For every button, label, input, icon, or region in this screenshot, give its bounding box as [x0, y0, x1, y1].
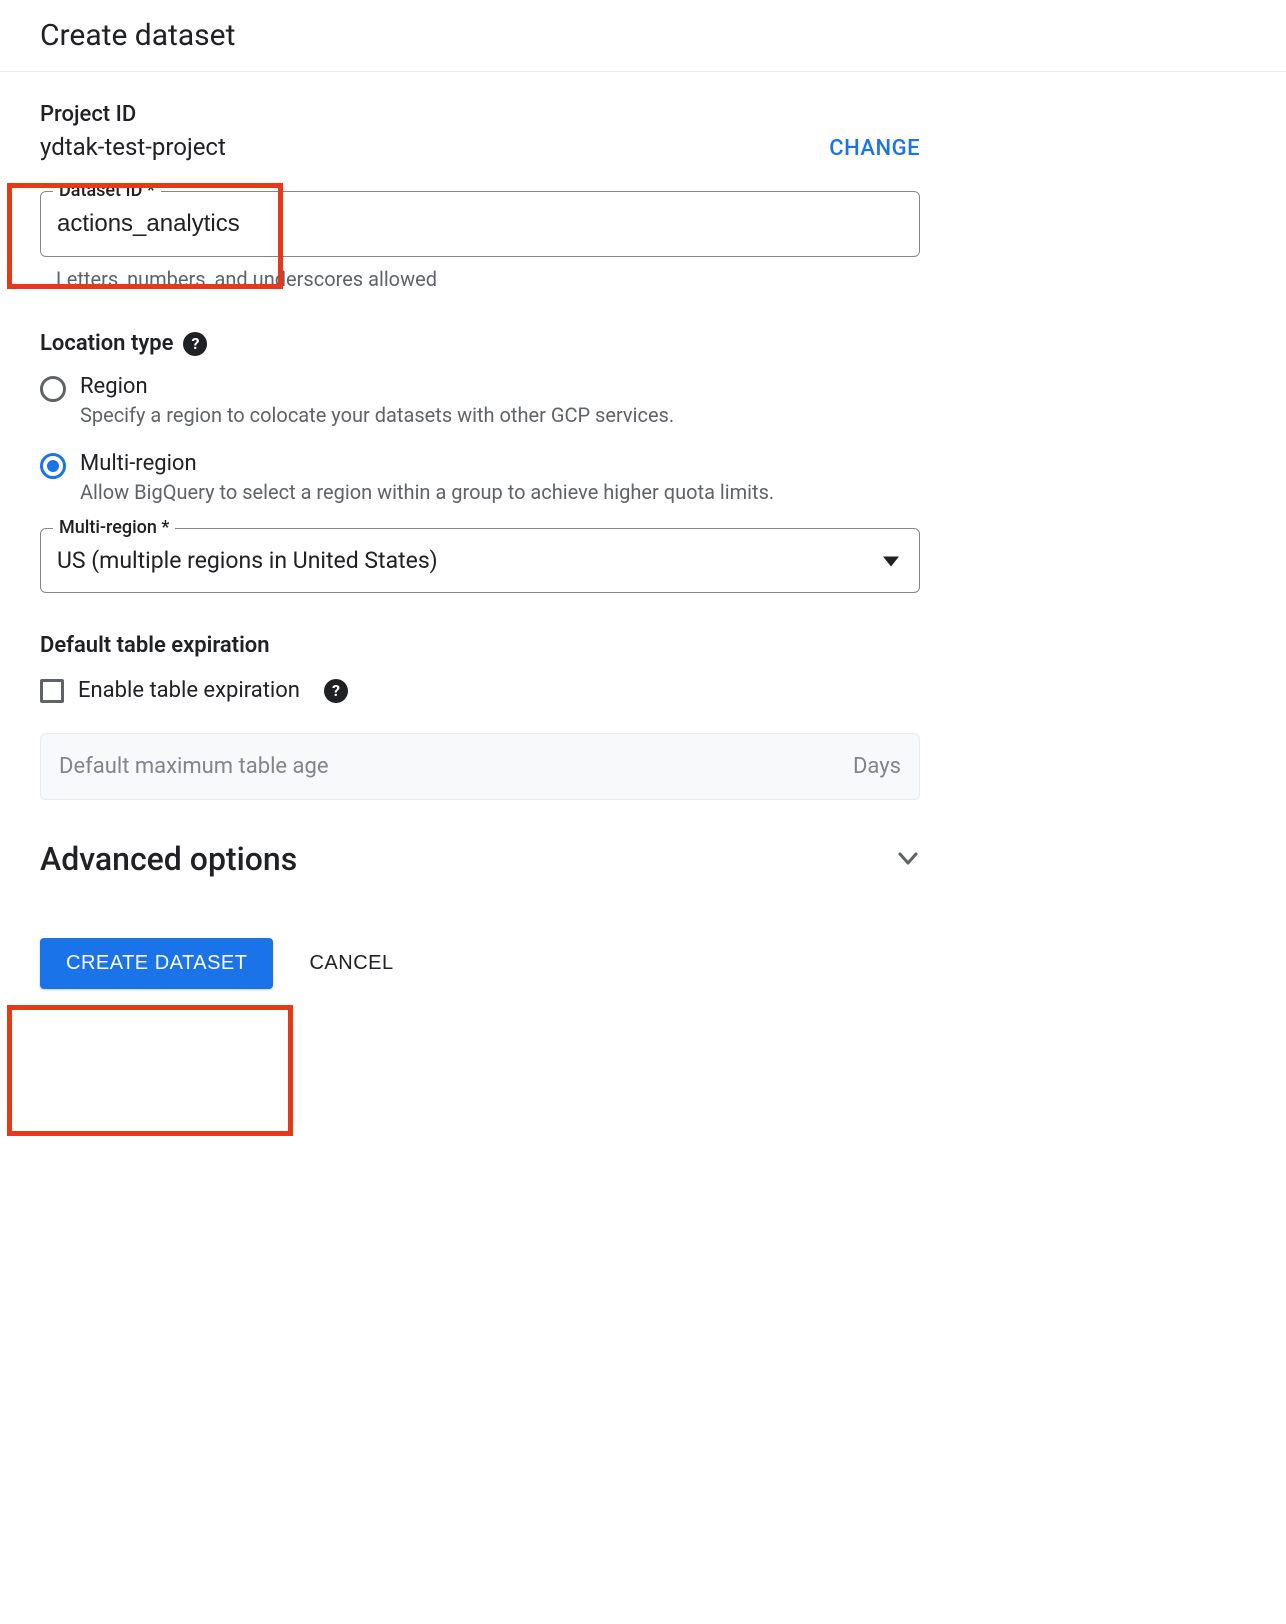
dataset-id-field[interactable]: Dataset ID *: [40, 191, 920, 257]
change-project-button[interactable]: CHANGE: [829, 136, 920, 161]
radio-region-title: Region: [80, 374, 674, 399]
advanced-options-label: Advanced options: [40, 840, 297, 878]
location-type-label: Location type ?: [40, 331, 920, 356]
radio-multi-region-title: Multi-region: [80, 451, 774, 476]
project-id-value: ydtak-test-project: [40, 133, 226, 161]
expiration-heading: Default table expiration: [40, 633, 920, 658]
max-table-age-placeholder: Default maximum table age: [59, 754, 329, 779]
project-id-row: Project ID ydtak-test-project CHANGE: [40, 102, 920, 161]
advanced-options-toggle[interactable]: Advanced options: [40, 840, 920, 878]
radio-button-multi-region[interactable]: [40, 453, 66, 479]
chevron-down-icon: [896, 847, 920, 871]
page-header: Create dataset: [0, 0, 1286, 72]
help-icon[interactable]: ?: [183, 332, 207, 356]
multi-region-value: US (multiple regions in United States): [57, 547, 903, 574]
page-title: Create dataset: [40, 18, 1246, 53]
radio-region[interactable]: Region Specify a region to colocate your…: [40, 374, 920, 427]
project-id-label: Project ID: [40, 102, 226, 127]
enable-expiration-label: Enable table expiration: [78, 678, 300, 703]
dataset-id-helper: Letters, numbers, and underscores allowe…: [40, 267, 920, 291]
create-dataset-button[interactable]: CREATE DATASET: [40, 938, 273, 989]
dataset-id-label: Dataset ID *: [53, 180, 161, 201]
dropdown-caret-icon: [883, 551, 899, 570]
multi-region-select[interactable]: Multi-region * US (multiple regions in U…: [40, 528, 920, 593]
radio-multi-region-desc: Allow BigQuery to select a region within…: [80, 480, 774, 504]
max-table-age-unit: Days: [853, 754, 901, 779]
help-icon[interactable]: ?: [324, 679, 348, 703]
radio-button-region[interactable]: [40, 376, 66, 402]
dataset-id-input[interactable]: [57, 210, 903, 238]
enable-expiration-checkbox[interactable]: [40, 679, 64, 703]
max-table-age-input: Default maximum table age Days: [40, 733, 920, 800]
multi-region-label: Multi-region *: [53, 517, 175, 538]
radio-region-desc: Specify a region to colocate your datase…: [80, 403, 674, 427]
radio-multi-region[interactable]: Multi-region Allow BigQuery to select a …: [40, 451, 920, 504]
cancel-button[interactable]: CANCEL: [309, 952, 393, 975]
